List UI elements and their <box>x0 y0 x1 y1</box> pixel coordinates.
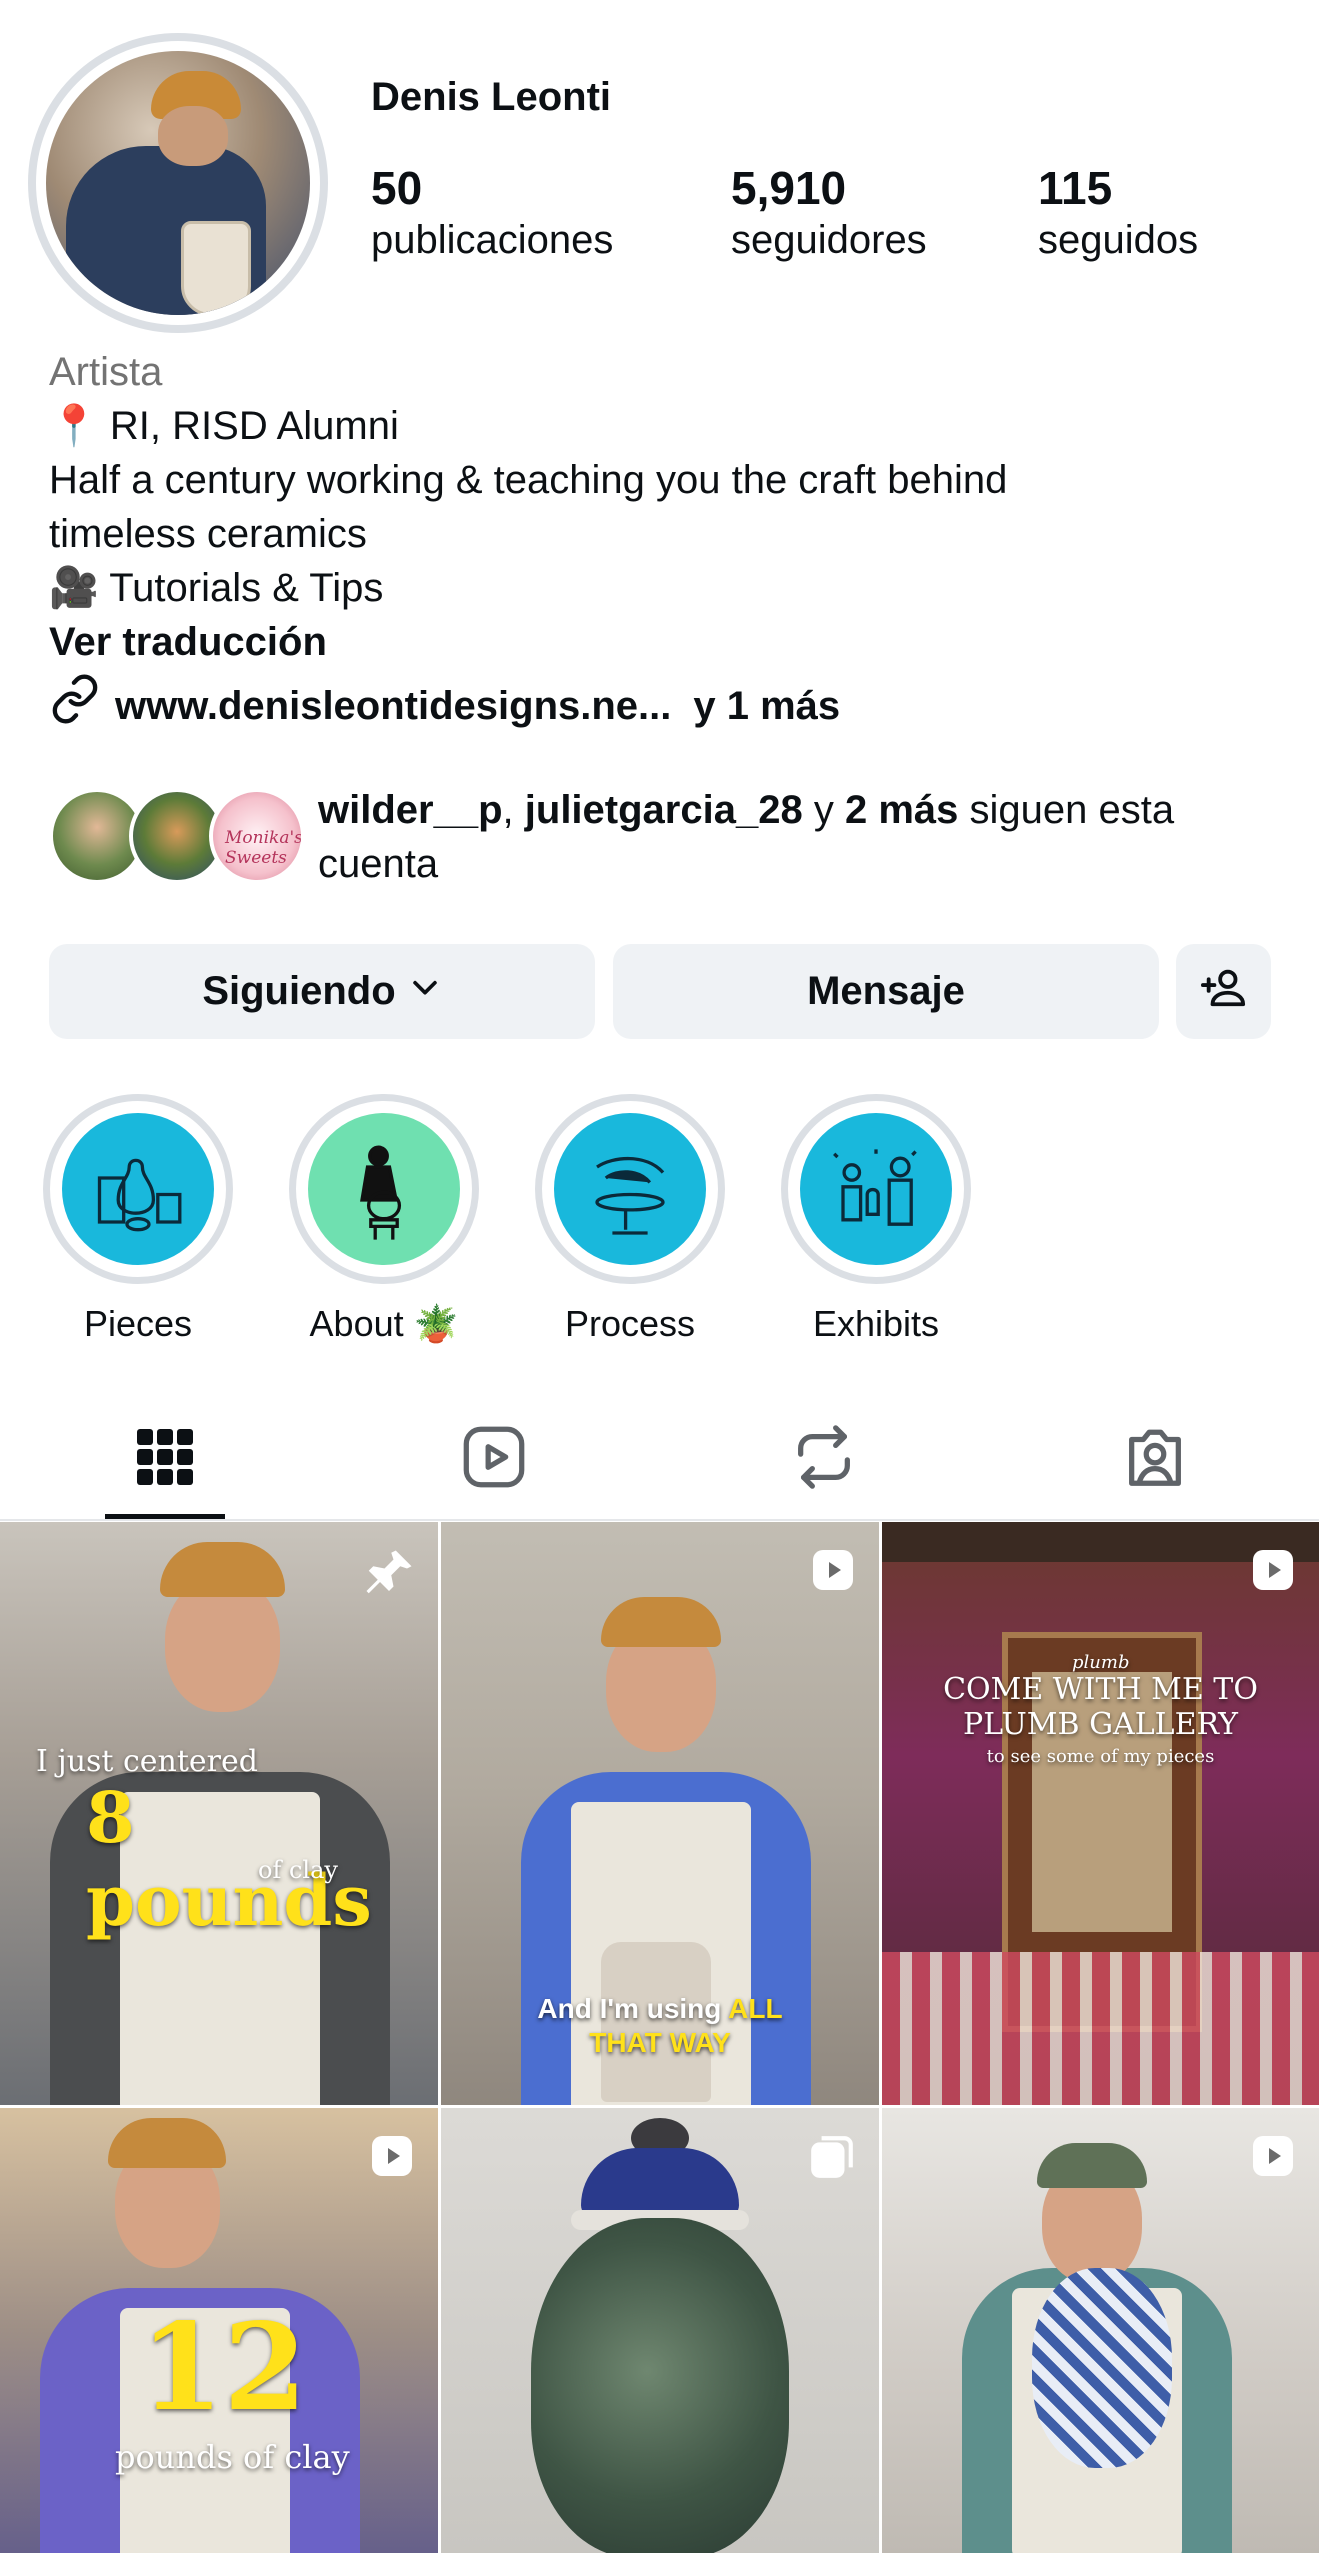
stat-followers-label: seguidores <box>731 218 927 262</box>
highlight-label: Process <box>564 1303 696 1344</box>
post-overlay-text: to see some of my pieces <box>986 1746 1215 1767</box>
mutual-followers[interactable]: Monika's Sweets wilder__p, julietgarcia_… <box>49 785 1279 895</box>
stat-following-label: seguidos <box>1038 218 1199 262</box>
post-overlay-text: I just centered <box>36 1744 258 1779</box>
highlight-ring <box>781 1094 971 1284</box>
highlight-exhibits[interactable]: Exhibits <box>776 1094 976 1346</box>
post-overlay-text: of clay <box>258 1856 338 1884</box>
bio-line: Half a century working & teaching you th… <box>49 458 1008 502</box>
following-label: Siguiendo <box>202 969 396 1013</box>
stat-posts-label: publicaciones <box>371 218 614 262</box>
divider <box>0 1519 1319 1521</box>
website-row[interactable]: www.denisleontidesigns.ne... y 1 más <box>49 673 1269 739</box>
bio-line: 🎥 Tutorials & Tips <box>49 566 384 610</box>
highlight-label: About 🪴 <box>309 1303 459 1344</box>
website-more[interactable]: y 1 más <box>693 679 840 733</box>
mutual-avatars: Monika's Sweets <box>49 785 305 885</box>
post-tile[interactable]: 12 pounds of clay <box>0 2108 438 2553</box>
website-link[interactable]: www.denisleontidesigns.ne... <box>115 679 671 733</box>
post-overlay-text: PLUMB GALLERY <box>963 1707 1238 1742</box>
post-caption: And I'm using ALL THAT WAY <box>481 1992 839 2060</box>
potter-icon <box>308 1113 460 1265</box>
mutual-more[interactable]: 2 más <box>845 788 958 832</box>
reel-icon <box>1249 1546 1297 1599</box>
message-button[interactable]: Mensaje <box>613 944 1159 1039</box>
post-overlay-text: 12 <box>140 2297 307 2438</box>
avatar-image <box>46 51 310 315</box>
highlight-ring <box>289 1094 479 1284</box>
tagged-icon <box>1120 1422 1190 1497</box>
pottery-icon <box>62 1113 214 1265</box>
reel-icon <box>1249 2132 1297 2185</box>
highlight-label: Pieces <box>83 1303 193 1344</box>
stat-posts[interactable]: 50 publicaciones <box>371 160 613 264</box>
profile-tabs <box>0 1400 1319 1521</box>
mutual-user-2[interactable]: julietgarcia_28 <box>525 788 803 832</box>
profile-display-name: Denis Leonti <box>371 75 612 119</box>
posts-grid: I just centered 8 pounds of clay And I'm… <box>0 1522 1319 2553</box>
connector: y <box>813 788 834 832</box>
pottery-wheel-icon <box>554 1113 706 1265</box>
message-label: Mensaje <box>807 969 965 1013</box>
stat-followers-value: 5,910 <box>731 162 847 214</box>
highlight-ring <box>535 1094 725 1284</box>
caption-line: And I'm using <box>537 1993 722 2024</box>
caption-highlight: THAT WAY <box>589 2027 731 2058</box>
bio-line: timeless ceramics <box>49 512 367 556</box>
stat-followers[interactable]: 5,910 seguidores <box>731 160 927 264</box>
stat-posts-value: 50 <box>371 162 423 214</box>
post-tile[interactable]: I just centered 8 pounds of clay <box>0 1522 438 2105</box>
gallery-people-icon <box>800 1113 952 1265</box>
tab-tagged[interactable] <box>1090 1400 1220 1518</box>
following-button[interactable]: Siguiendo <box>49 944 595 1039</box>
post-overlay-text: pounds of clay <box>115 2438 350 2476</box>
reel-icon <box>809 1546 857 1599</box>
mutual-user-1[interactable]: wilder__p <box>318 788 503 832</box>
post-tile[interactable]: plumb COME WITH ME TO PLUMB GALLERY to s… <box>882 1522 1319 2105</box>
link-icon <box>49 673 101 739</box>
add-person-icon <box>1200 964 1247 1020</box>
tab-reposts[interactable] <box>759 1400 889 1518</box>
bio-line: 📍 RI, RISD Alumni <box>49 404 399 448</box>
post-tile[interactable] <box>441 2108 879 2553</box>
tab-reels[interactable] <box>429 1400 559 1518</box>
stat-following-value: 115 <box>1038 162 1113 214</box>
reels-icon <box>459 1422 529 1497</box>
profile-bio: Artista 📍 RI, RISD Alumni Half a century… <box>49 345 1269 739</box>
highlight-about[interactable]: About 🪴 <box>284 1094 484 1346</box>
post-overlay-text: COME WITH ME TO <box>943 1672 1258 1707</box>
post-tile[interactable]: And I'm using ALL THAT WAY <box>441 1522 879 2105</box>
highlight-process[interactable]: Process <box>530 1094 730 1346</box>
caption-highlight: ALL <box>728 1993 783 2024</box>
avatar: Monika's Sweets <box>209 788 305 884</box>
separator: , <box>502 788 514 832</box>
chevron-down-icon <box>408 969 442 1014</box>
reel-icon <box>368 2132 416 2185</box>
carousel-icon <box>807 2132 857 2187</box>
post-tile[interactable] <box>882 2108 1319 2553</box>
profile-category: Artista <box>49 350 163 394</box>
mutual-followers-text: wilder__p, julietgarcia_28 y 2 más sigue… <box>318 783 1278 891</box>
gallery-sign: plumb <box>1072 1652 1130 1673</box>
stat-following[interactable]: 115 seguidos <box>1038 160 1198 264</box>
mini-avatar-text: Monika's Sweets <box>225 828 303 868</box>
highlight-ring <box>43 1094 233 1284</box>
highlight-pieces[interactable]: Pieces <box>38 1094 238 1346</box>
pin-icon <box>362 1546 416 1605</box>
tab-posts-grid[interactable] <box>100 1400 230 1518</box>
translate-link[interactable]: Ver traducción <box>49 615 1269 669</box>
suggested-users-button[interactable] <box>1176 944 1271 1039</box>
profile-avatar[interactable] <box>28 33 328 333</box>
reposts-icon <box>789 1422 859 1497</box>
grid-icon <box>135 1427 195 1492</box>
highlight-label: Exhibits <box>812 1303 940 1344</box>
